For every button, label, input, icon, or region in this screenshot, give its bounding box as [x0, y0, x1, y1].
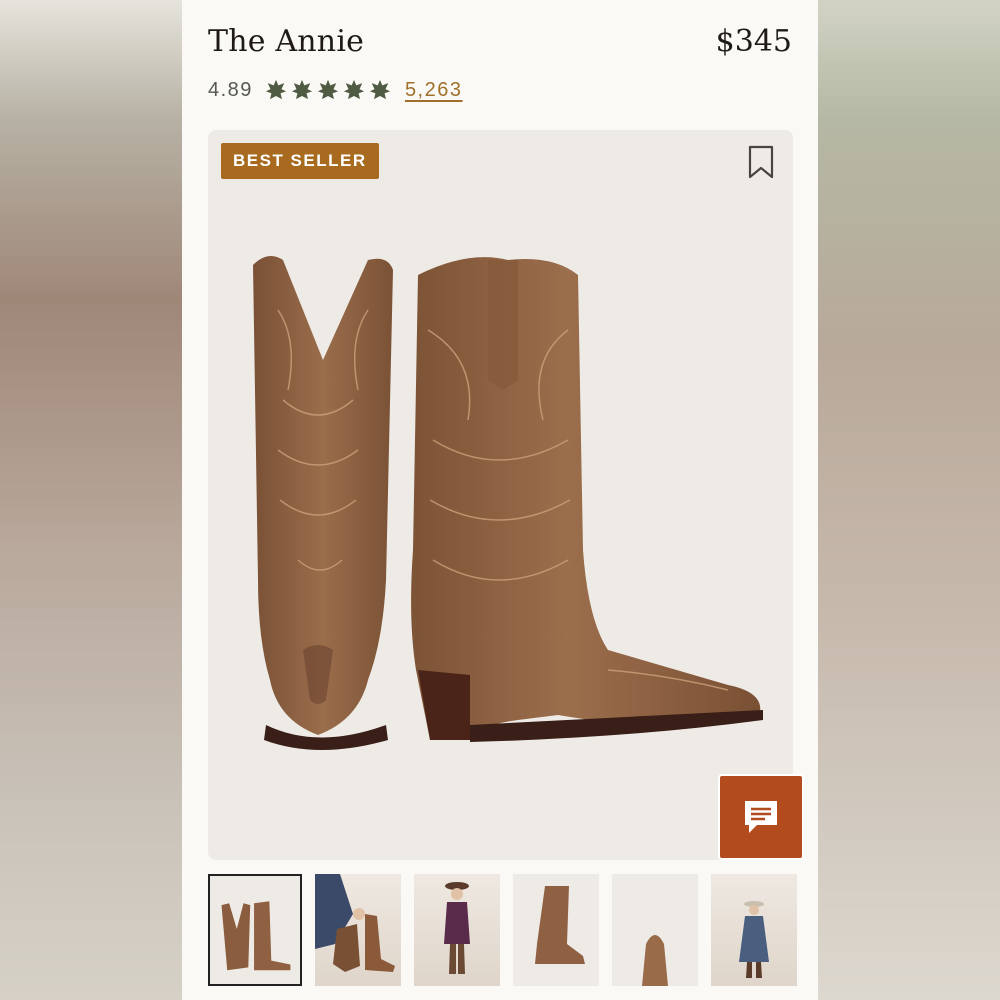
thumbnail-strip [208, 874, 802, 986]
rating-stars [265, 79, 391, 101]
right-boot-shaft [411, 257, 761, 740]
rating-value: 4.89 [208, 78, 253, 101]
thumb-image [221, 901, 291, 971]
star-icon [317, 79, 339, 100]
thumbnail-model-standing-hat[interactable] [414, 874, 500, 986]
thumb-image [642, 935, 668, 986]
product-title: The Annie [208, 24, 365, 59]
thumb-image [535, 886, 585, 964]
best-seller-badge: BEST SELLER [221, 143, 379, 179]
star-icon [369, 79, 391, 100]
bookmark-icon[interactable] [746, 145, 776, 179]
star-icon [343, 79, 365, 100]
product-image-boots [253, 256, 763, 750]
chat-icon [745, 801, 777, 833]
thumbnail-model-pulling-on-boot[interactable] [315, 874, 401, 986]
thumb-image [315, 874, 395, 972]
reviews-link[interactable]: 5,263 [405, 79, 463, 102]
thumbnail-boot-side-view[interactable] [513, 874, 599, 986]
product-image-gallery[interactable]: BEST SELLER [208, 130, 793, 860]
rating-row: 4.89 5,263 [208, 76, 463, 104]
star-icon [291, 79, 313, 100]
thumbnail-toe-closeup[interactable] [612, 874, 698, 986]
thumb-image [739, 901, 769, 978]
thumbnail-boots-pair[interactable] [208, 874, 302, 986]
background-left [0, 0, 182, 1000]
star-icon [265, 79, 287, 100]
chat-button[interactable] [720, 776, 802, 858]
product-price: $345 [715, 24, 792, 59]
thumbnail-model-denim-dress[interactable] [711, 874, 797, 986]
background-right [818, 0, 1000, 1000]
thumb-image [444, 882, 470, 974]
